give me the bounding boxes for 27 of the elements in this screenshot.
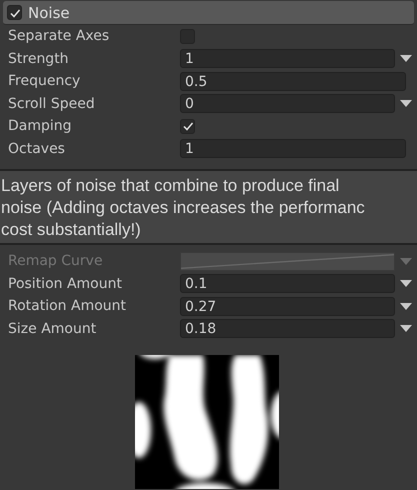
field-label: Size Amount	[8, 320, 98, 337]
dropdown-arrow-icon[interactable]	[400, 55, 412, 62]
field-label: Frequency	[8, 73, 82, 90]
checkbox[interactable]	[7, 5, 22, 20]
module-header[interactable]: Noise	[3, 1, 414, 25]
field-label: Damping	[8, 118, 73, 134]
checkbox[interactable]	[180, 118, 195, 134]
tooltip-text: Layers of noise that combine to produce final noise (Adding octaves increases the performanc cost substantially!)	[0, 175, 366, 241]
dropdown-arrow-icon[interactable]	[400, 100, 412, 108]
field-label: Strength	[8, 50, 70, 67]
number-field[interactable]: 0.1	[180, 274, 395, 294]
field-label: Remap Curve	[8, 253, 104, 270]
number-field[interactable]: 0	[180, 94, 395, 114]
number-field[interactable]: 0.5	[180, 72, 406, 91]
number-field[interactable]: 1	[180, 139, 406, 158]
field-label: Position Amount	[8, 276, 123, 292]
dropdown-arrow-icon[interactable]	[400, 280, 412, 288]
dropdown-arrow-icon[interactable]	[400, 302, 412, 310]
number-field[interactable]: 0.18	[180, 319, 395, 338]
field-label: Scroll Speed	[8, 96, 96, 112]
number-field[interactable]: 1	[180, 49, 395, 68]
module-title: Noise	[28, 4, 70, 22]
field-label: Octaves	[8, 140, 66, 157]
dropdown-arrow-icon[interactable]	[400, 325, 412, 332]
number-field[interactable]: 0.27	[180, 296, 395, 316]
field-label: Separate Axes	[8, 28, 110, 44]
field-label: Rotation Amount	[8, 298, 128, 314]
